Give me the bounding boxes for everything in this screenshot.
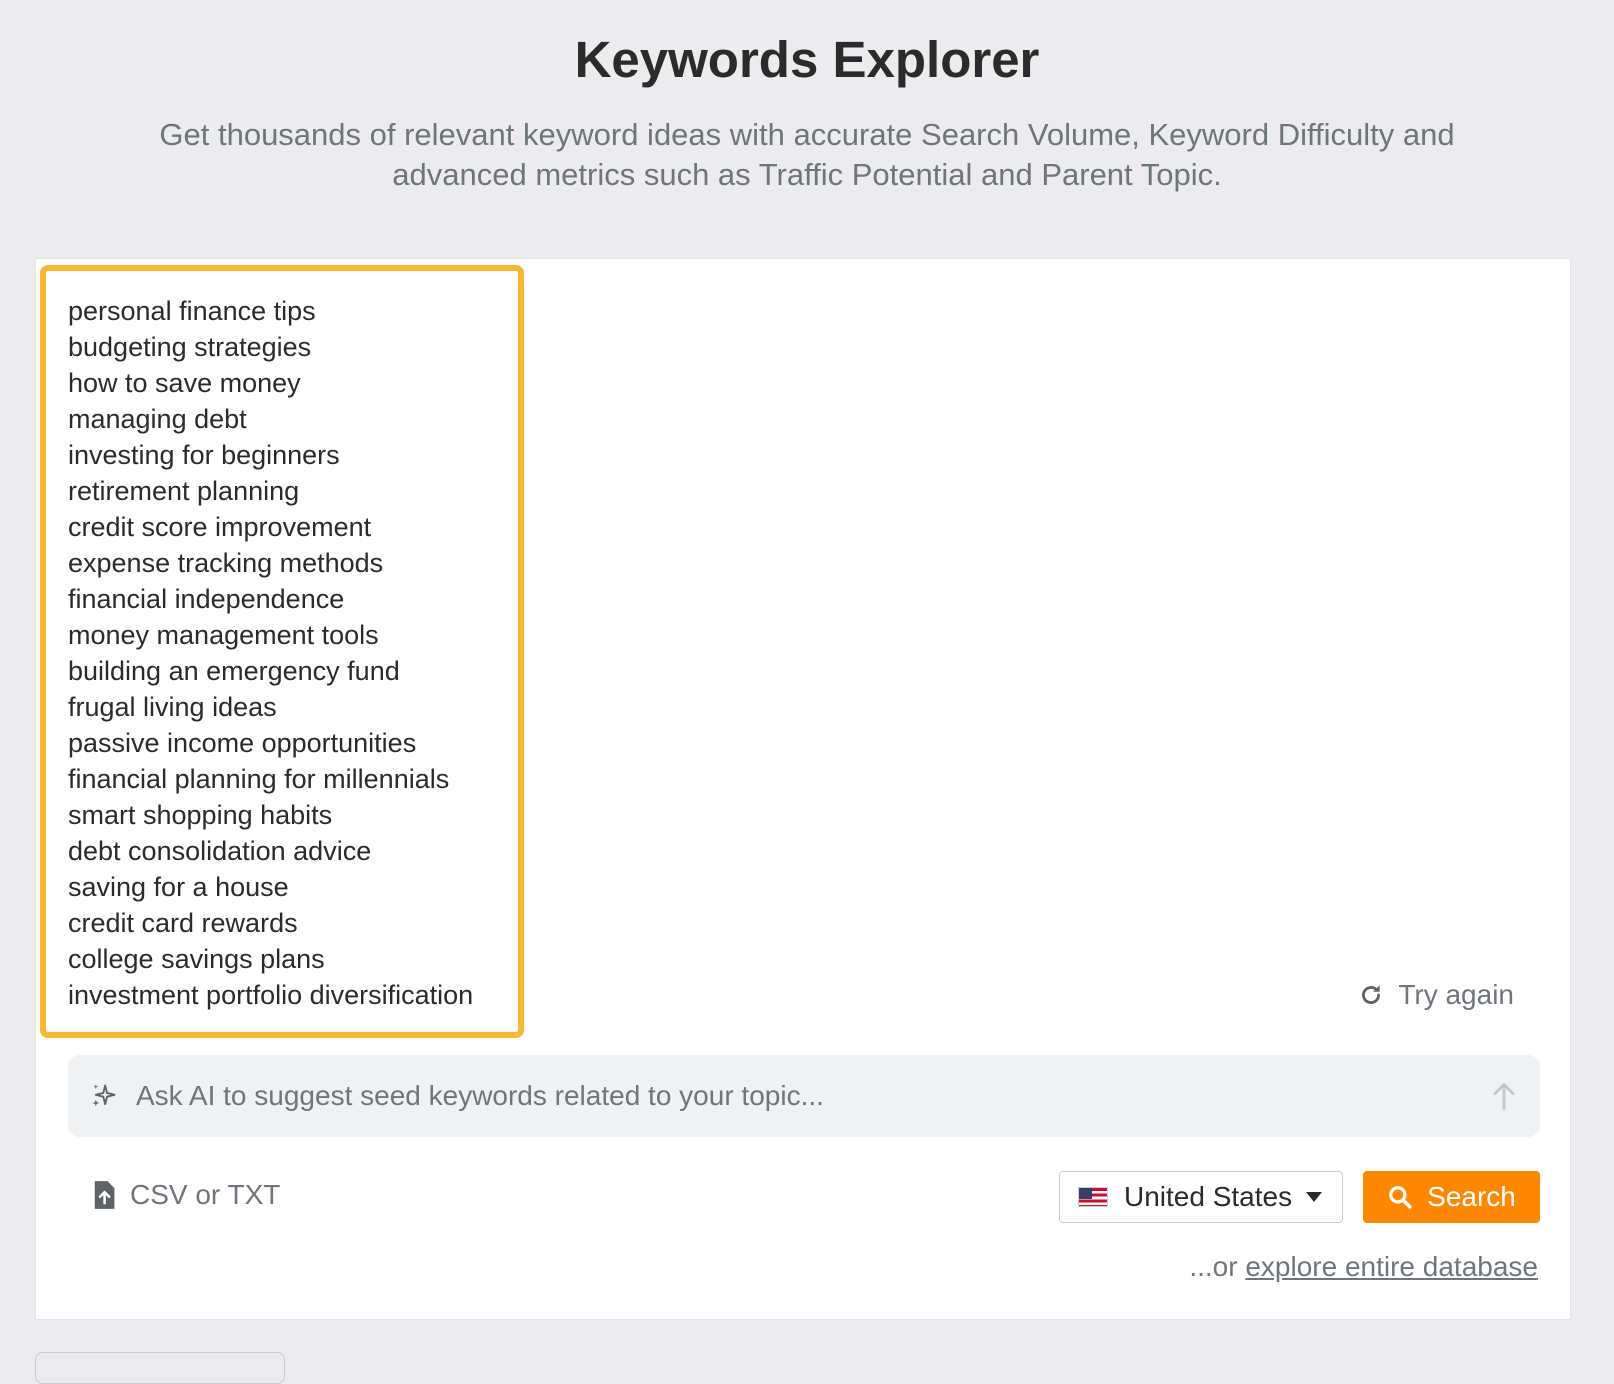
explore-database-link[interactable]: explore entire database (1245, 1251, 1538, 1282)
us-flag-icon (1078, 1187, 1108, 1207)
keyword-line: passive income opportunities (68, 728, 417, 758)
keyword-line: saving for a house (68, 872, 289, 902)
search-button[interactable]: Search (1363, 1171, 1540, 1223)
keyword-line: investment portfolio diversification (68, 980, 474, 1010)
keyword-line: smart shopping habits (68, 800, 333, 830)
page-title: Keywords Explorer (574, 31, 1040, 88)
caret-down-icon (1306, 1192, 1323, 1202)
keyword-list: personal finance tips budgeting strategi… (68, 293, 473, 1013)
keyword-line: financial independence (68, 584, 345, 614)
page-subtitle: Get thousands of relevant keyword ideas … (159, 117, 1455, 192)
explore-prefix: ...or (1189, 1251, 1246, 1282)
country-selected: United States (1124, 1181, 1293, 1212)
file-upload-icon (92, 1180, 116, 1210)
keyword-line: personal finance tips (68, 296, 316, 326)
bottom-tab[interactable] (35, 1352, 285, 1384)
keyword-line: investing for beginners (68, 440, 340, 470)
keyword-line: expense tracking methods (68, 548, 384, 578)
upload-file-button[interactable]: CSV or TXT (92, 1179, 280, 1211)
keyword-input-panel: personal finance tips budgeting strategi… (35, 258, 1571, 1320)
keyword-line: credit card rewards (68, 908, 298, 938)
search-icon (1387, 1184, 1413, 1210)
ai-prompt-input[interactable] (134, 1079, 1490, 1113)
keyword-line: financial planning for millennials (68, 764, 450, 794)
keyword-line: building an emergency fund (68, 656, 400, 686)
upload-label: CSV or TXT (130, 1179, 281, 1210)
sparkle-icon (90, 1082, 118, 1110)
keyword-line: frugal living ideas (68, 692, 277, 722)
try-again-button[interactable]: Try again (1358, 979, 1514, 1011)
keyword-line: retirement planning (68, 476, 300, 506)
ai-prompt-bar (68, 1055, 1540, 1137)
search-label: Search (1427, 1181, 1516, 1212)
keyword-line: debt consolidation advice (68, 836, 372, 866)
keyword-line: budgeting strategies (68, 332, 312, 362)
keywords-textarea[interactable]: personal finance tips budgeting strategi… (40, 265, 524, 1038)
refresh-icon (1358, 982, 1384, 1008)
keyword-line: money management tools (68, 620, 379, 650)
country-select[interactable]: United States (1059, 1171, 1343, 1223)
keyword-line: credit score improvement (68, 512, 372, 542)
keyword-line: college savings plans (68, 944, 325, 974)
keyword-line: managing debt (68, 404, 247, 434)
keyword-line: how to save money (68, 368, 301, 398)
explore-database: ...or explore entire database (1189, 1251, 1538, 1283)
try-again-label: Try again (1398, 979, 1514, 1010)
arrow-up-icon[interactable] (1490, 1081, 1518, 1111)
